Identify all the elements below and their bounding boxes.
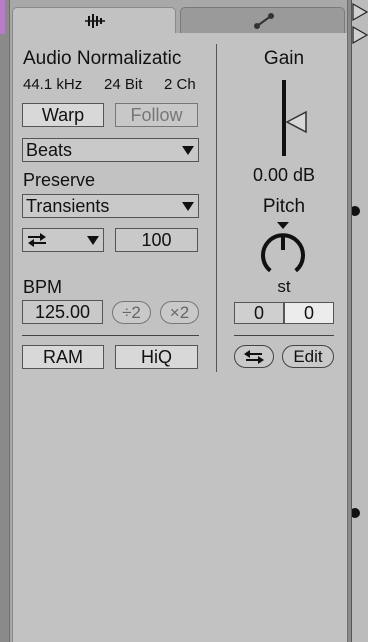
column-divider xyxy=(216,44,217,372)
bpm-label: BPM xyxy=(23,277,63,297)
strip-markers-icon xyxy=(352,2,368,518)
reverse-button[interactable] xyxy=(234,345,274,368)
gain-label: Gain xyxy=(263,48,305,69)
chevron-down-icon xyxy=(182,202,194,211)
hiq-button[interactable]: HiQ xyxy=(115,345,198,369)
loop-mode-select[interactable] xyxy=(22,228,104,252)
cents-field[interactable]: 0 xyxy=(284,302,334,324)
warp-button[interactable]: Warp xyxy=(22,103,104,127)
reverse-arrows-icon xyxy=(244,350,264,364)
pitch-label: Pitch xyxy=(262,196,306,217)
preserve-value: Transients xyxy=(26,196,110,216)
warp-mode-select[interactable]: Beats xyxy=(22,138,199,162)
warp-mode-value: Beats xyxy=(26,140,73,160)
loop-value-field[interactable]: 100 xyxy=(115,228,198,252)
channel-count: 2 Ch xyxy=(164,76,196,93)
tab-envelopes[interactable] xyxy=(180,7,345,35)
clip-color-marker xyxy=(0,0,5,34)
preserve-label: Preserve xyxy=(23,170,96,190)
waveform-icon xyxy=(85,14,105,28)
left-strip xyxy=(0,0,10,642)
half-tempo-button[interactable]: ÷2 xyxy=(112,301,151,324)
ram-button[interactable]: RAM xyxy=(22,345,104,369)
preserve-select[interactable]: Transients xyxy=(22,194,199,218)
bit-depth: 24 Bit xyxy=(104,76,143,93)
pitch-unit: st xyxy=(277,277,291,296)
bpm-field[interactable]: 125.00 xyxy=(22,300,103,324)
semitone-field[interactable]: 0 xyxy=(234,302,284,324)
chevron-down-icon xyxy=(182,146,194,155)
right-strip xyxy=(351,0,368,642)
edit-button[interactable]: Edit xyxy=(282,345,334,368)
double-tempo-button[interactable]: ×2 xyxy=(160,301,199,324)
gain-slider[interactable] xyxy=(275,80,315,156)
chevron-down-icon xyxy=(87,236,99,245)
envelope-icon xyxy=(254,13,274,29)
gain-value: 0.00 dB xyxy=(252,165,316,185)
follow-button[interactable]: Follow xyxy=(115,103,198,127)
tab-sample[interactable] xyxy=(12,7,176,35)
sample-title: Audio Normalizatic xyxy=(23,48,182,69)
pitch-knob[interactable] xyxy=(253,220,313,280)
divider xyxy=(22,335,199,336)
sample-rate: 44.1 kHz xyxy=(23,76,83,93)
divider xyxy=(234,335,334,336)
repeat-arrows-icon xyxy=(28,233,46,247)
